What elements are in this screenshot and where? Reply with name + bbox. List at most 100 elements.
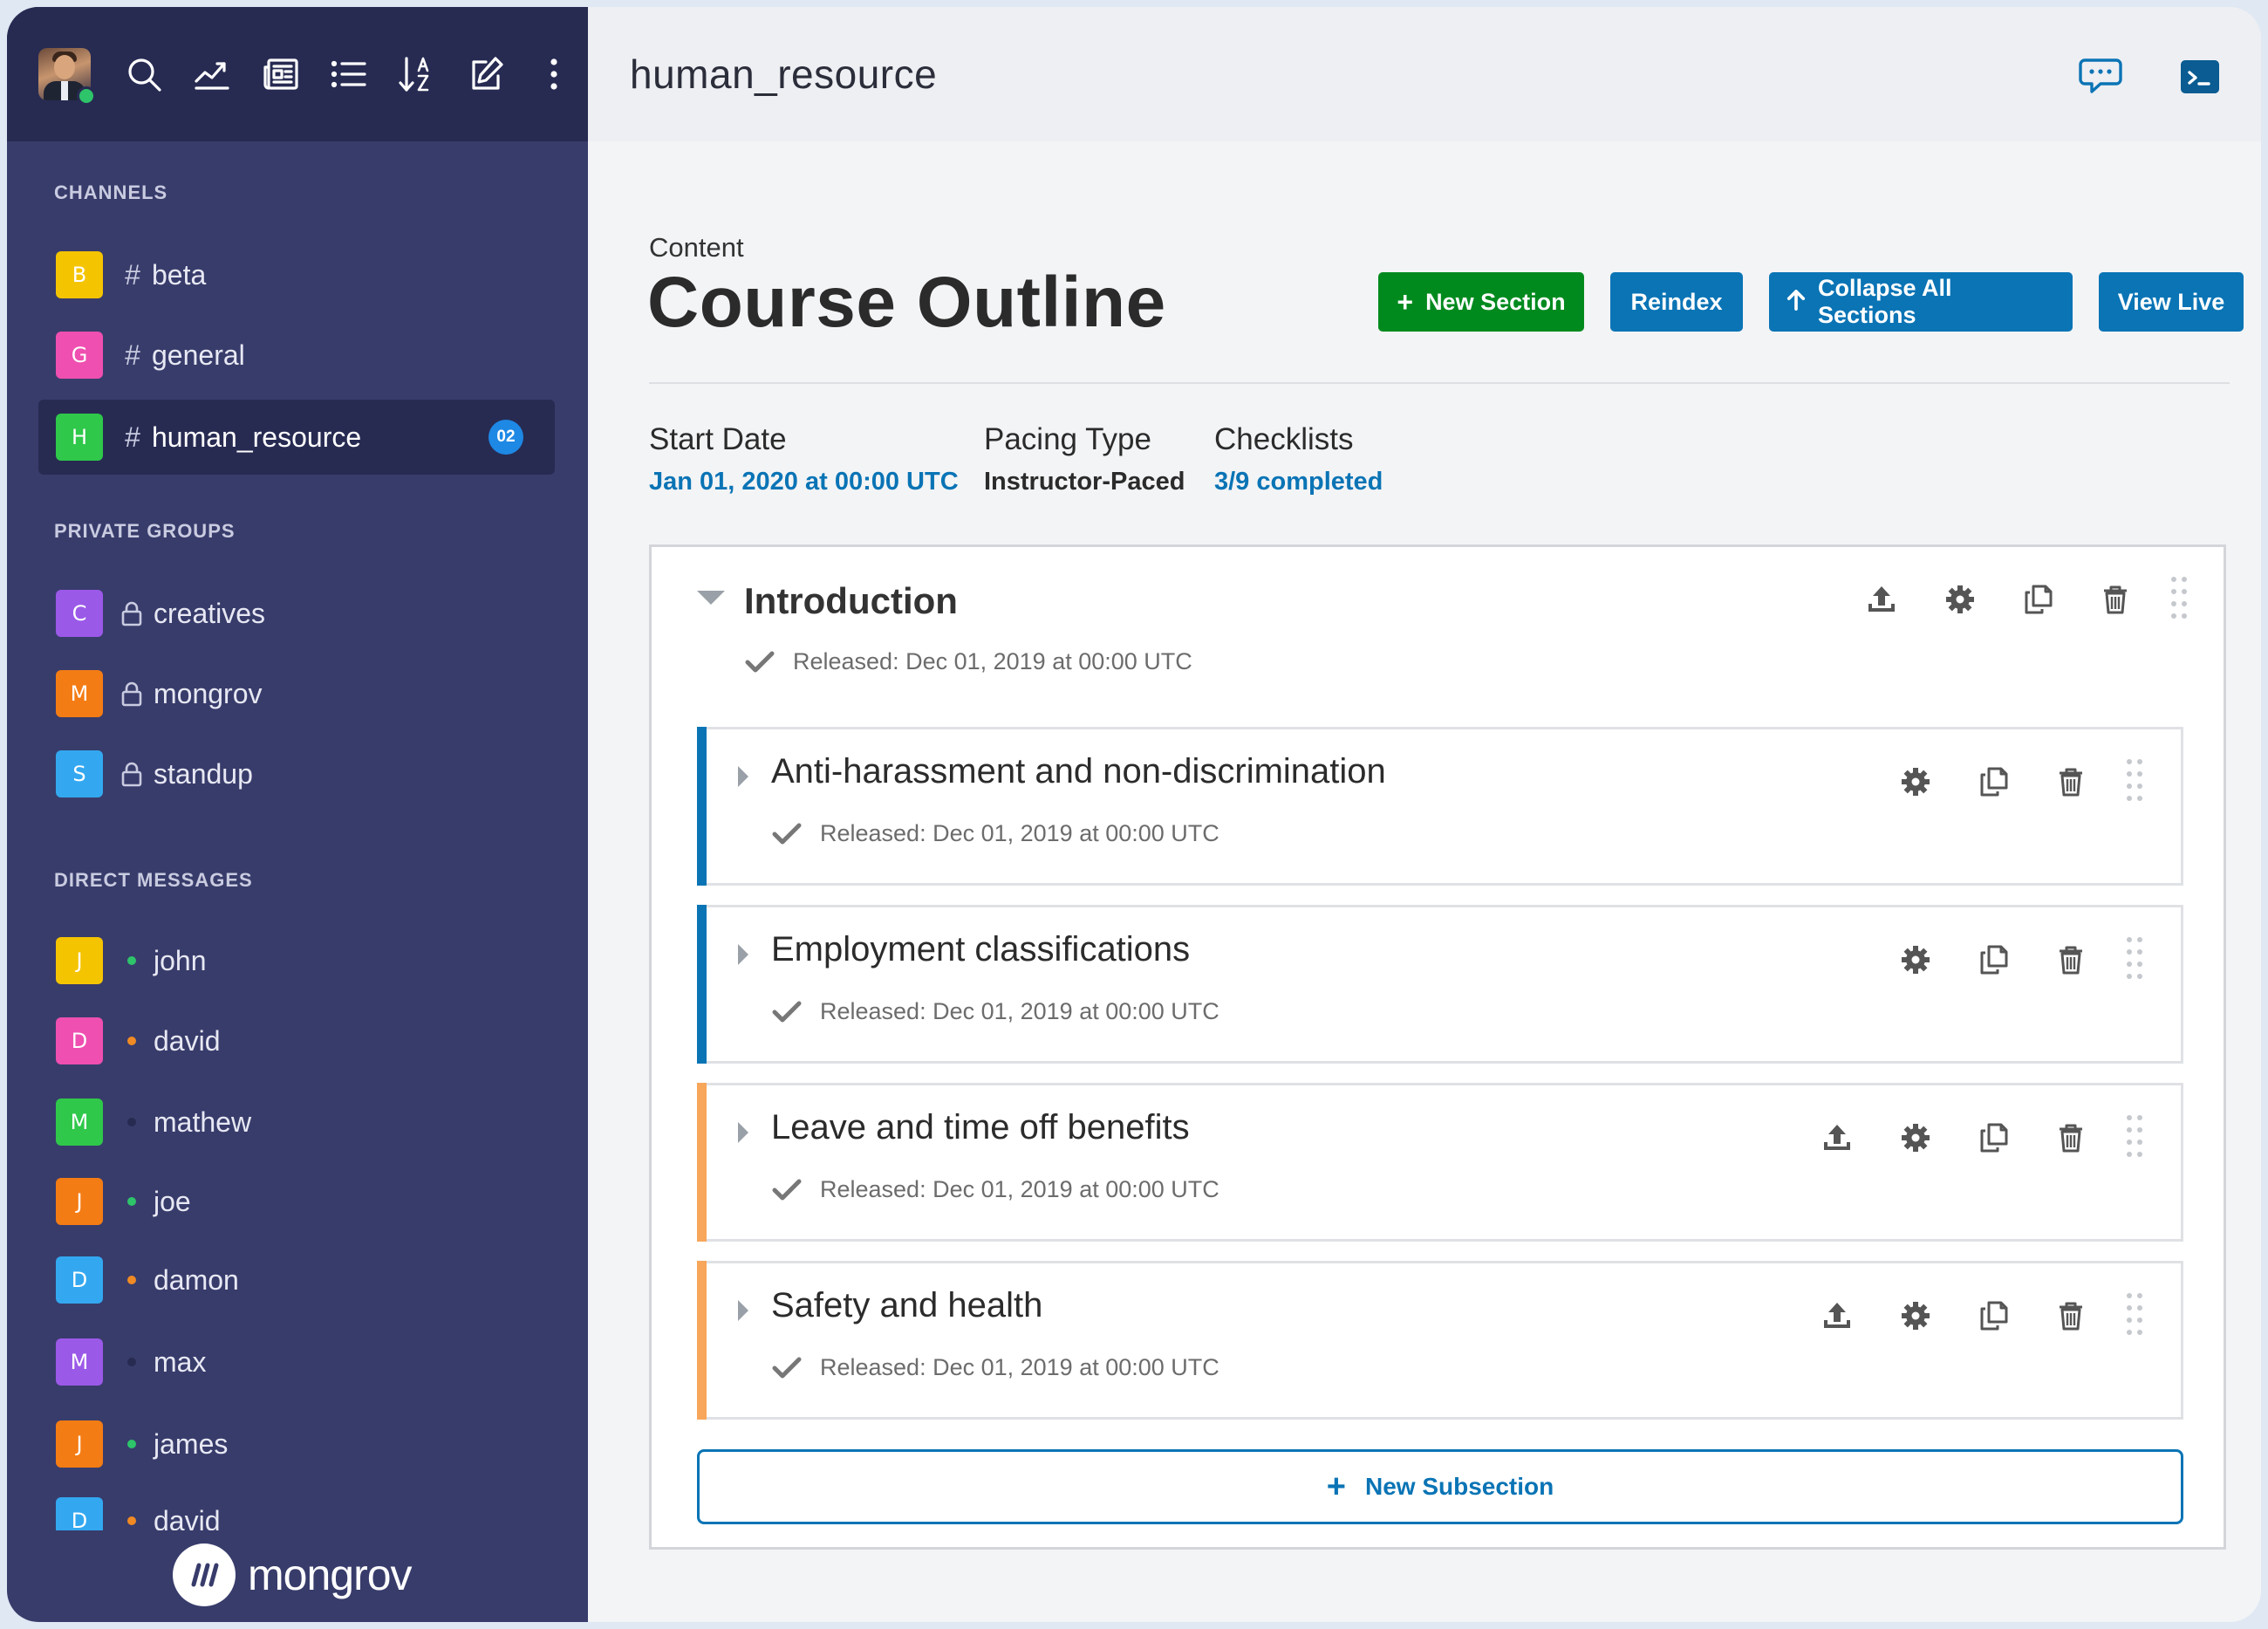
channel-label: human_resource bbox=[152, 421, 362, 453]
section-title[interactable]: Introduction bbox=[744, 580, 958, 622]
expand-caret-icon[interactable] bbox=[738, 766, 748, 787]
presence-dot bbox=[127, 956, 136, 965]
delete-trash-icon[interactable] bbox=[2050, 939, 2092, 981]
settings-gear-icon[interactable] bbox=[1939, 578, 1981, 620]
presence-dot bbox=[127, 1118, 136, 1126]
expand-caret-icon[interactable] bbox=[738, 1300, 748, 1321]
dm-label: john bbox=[154, 944, 207, 976]
brand-logo: mongrov bbox=[173, 1543, 413, 1606]
view-live-button[interactable]: View Live bbox=[2099, 272, 2244, 332]
checklists-label: Checklists bbox=[1214, 422, 1354, 456]
collapse-all-sections-button[interactable]: Collapse All Sections bbox=[1769, 272, 2073, 332]
drag-handle-icon[interactable] bbox=[2127, 937, 2144, 984]
channel-label: general bbox=[152, 339, 245, 371]
more-vertical-icon[interactable] bbox=[520, 39, 588, 109]
dm-item-mathew[interactable]: M mathew bbox=[38, 1085, 555, 1160]
channel-title: human_resource bbox=[630, 51, 938, 97]
dm-badge: D bbox=[56, 1497, 103, 1530]
dm-item-max[interactable]: M max bbox=[38, 1324, 555, 1400]
hash-icon: # bbox=[125, 339, 140, 371]
duplicate-icon[interactable] bbox=[1973, 761, 2015, 803]
release-text: Released: Dec 01, 2019 at 00:00 UTC bbox=[820, 1354, 1219, 1380]
collapse-all-label: Collapse All Sections bbox=[1818, 275, 1952, 328]
duplicate-icon[interactable] bbox=[1973, 1117, 2015, 1159]
group-item-standup[interactable]: S standup bbox=[38, 736, 555, 811]
duplicate-icon[interactable] bbox=[1973, 939, 2015, 981]
subsection-title[interactable]: Safety and health bbox=[771, 1286, 1042, 1325]
dm-item-joe[interactable]: J joe bbox=[38, 1164, 555, 1239]
duplicate-icon[interactable] bbox=[1973, 1295, 2015, 1337]
chat-bubbles-icon[interactable] bbox=[2074, 52, 2127, 101]
dm-item-damon[interactable]: D damon bbox=[38, 1242, 555, 1318]
presence-dot bbox=[127, 1358, 136, 1366]
terminal-icon[interactable] bbox=[2174, 52, 2226, 101]
subsection-card: Safety and health Released: Dec 01, 2019… bbox=[697, 1261, 2183, 1420]
subsection-accent-bar bbox=[697, 727, 707, 886]
subsection-title[interactable]: Leave and time off benefits bbox=[771, 1108, 1190, 1147]
settings-gear-icon[interactable] bbox=[1895, 761, 1937, 803]
group-item-mongrov[interactable]: M mongrov bbox=[38, 656, 555, 731]
sort-alpha-icon[interactable] bbox=[383, 39, 451, 109]
subsection-accent-bar bbox=[697, 905, 707, 1064]
channel-item-general[interactable]: G # general bbox=[38, 318, 555, 393]
dm-item-david-2[interactable]: D david bbox=[38, 1483, 555, 1530]
delete-trash-icon[interactable] bbox=[2050, 1295, 2092, 1337]
drag-handle-icon[interactable] bbox=[2127, 759, 2144, 806]
check-icon bbox=[771, 1177, 803, 1203]
delete-trash-icon[interactable] bbox=[2050, 1117, 2092, 1159]
subsection-release-status: Released: Dec 01, 2019 at 00:00 UTC bbox=[771, 998, 1219, 1025]
collapse-caret-icon[interactable] bbox=[697, 591, 725, 605]
group-item-creatives[interactable]: C creatives bbox=[38, 576, 555, 651]
subsection-card: Employment classifications Released: Dec… bbox=[697, 905, 2183, 1064]
publish-upload-icon[interactable] bbox=[1861, 578, 1903, 620]
dm-label: david bbox=[154, 1024, 221, 1057]
dm-badge: J bbox=[56, 1420, 103, 1468]
subsection-title[interactable]: Anti-harassment and non-discrimination bbox=[771, 752, 1386, 791]
settings-gear-icon[interactable] bbox=[1895, 1117, 1937, 1159]
user-avatar[interactable] bbox=[38, 48, 96, 106]
new-subsection-button[interactable]: + New Subsection bbox=[697, 1449, 2183, 1524]
release-text: Released: Dec 01, 2019 at 00:00 UTC bbox=[820, 998, 1219, 1024]
publish-upload-icon[interactable] bbox=[1816, 1117, 1858, 1159]
drag-handle-icon[interactable] bbox=[2171, 577, 2189, 624]
reindex-button[interactable]: Reindex bbox=[1610, 272, 1743, 332]
expand-caret-icon[interactable] bbox=[738, 1122, 748, 1143]
drag-handle-icon[interactable] bbox=[2127, 1115, 2144, 1162]
dm-badge: M bbox=[56, 1099, 103, 1146]
lock-icon bbox=[119, 599, 145, 628]
channel-header: human_resource bbox=[588, 7, 2261, 141]
search-icon[interactable] bbox=[110, 39, 178, 109]
unread-count-badge: 02 bbox=[488, 420, 523, 455]
release-text: Released: Dec 01, 2019 at 00:00 UTC bbox=[820, 1176, 1219, 1202]
new-section-button[interactable]: + New Section bbox=[1378, 272, 1584, 332]
dm-item-david[interactable]: D david bbox=[38, 1003, 555, 1078]
list-icon[interactable] bbox=[315, 39, 383, 109]
delete-trash-icon[interactable] bbox=[2050, 761, 2092, 803]
release-text: Released: Dec 01, 2019 at 00:00 UTC bbox=[793, 648, 1192, 674]
compose-icon[interactable] bbox=[451, 39, 519, 109]
delete-trash-icon[interactable] bbox=[2094, 578, 2136, 620]
dm-label: david bbox=[154, 1504, 221, 1531]
expand-caret-icon[interactable] bbox=[738, 944, 748, 965]
dm-item-john[interactable]: J john bbox=[38, 923, 555, 998]
channel-item-beta[interactable]: B # beta bbox=[38, 237, 555, 312]
settings-gear-icon[interactable] bbox=[1895, 1295, 1937, 1337]
direct-messages-heading: DIRECT MESSAGES bbox=[54, 869, 253, 891]
checklists-link[interactable]: 3/9 completed bbox=[1214, 468, 1383, 496]
start-date-link[interactable]: Jan 01, 2020 at 00:00 UTC bbox=[649, 468, 959, 496]
drag-handle-icon[interactable] bbox=[2127, 1293, 2144, 1340]
channel-item-human-resource[interactable]: H # human_resource 02 bbox=[38, 400, 555, 475]
group-badge: C bbox=[56, 590, 103, 637]
group-badge: S bbox=[56, 750, 103, 797]
presence-dot bbox=[127, 1037, 136, 1045]
dm-item-james[interactable]: J james bbox=[38, 1407, 555, 1482]
channel-label: beta bbox=[152, 258, 207, 291]
settings-gear-icon[interactable] bbox=[1895, 939, 1937, 981]
release-text: Released: Dec 01, 2019 at 00:00 UTC bbox=[820, 820, 1219, 846]
subsection-title[interactable]: Employment classifications bbox=[771, 930, 1190, 969]
duplicate-icon[interactable] bbox=[2018, 578, 2060, 620]
subsection-release-status: Released: Dec 01, 2019 at 00:00 UTC bbox=[771, 1176, 1219, 1203]
newspaper-icon[interactable] bbox=[247, 39, 315, 109]
trending-chart-icon[interactable] bbox=[178, 39, 246, 109]
publish-upload-icon[interactable] bbox=[1816, 1295, 1858, 1337]
